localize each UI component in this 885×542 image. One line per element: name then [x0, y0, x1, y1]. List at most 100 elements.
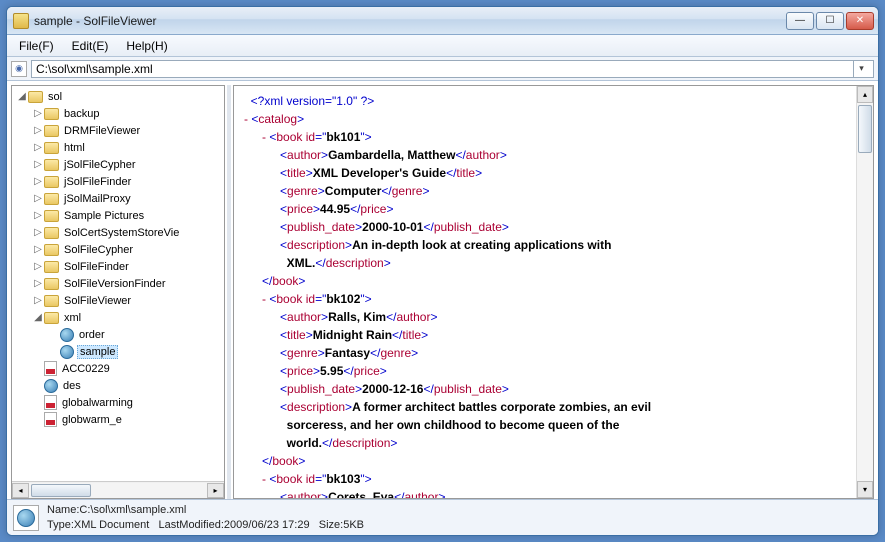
tree-folder[interactable]: ▷ Sample Pictures	[12, 207, 224, 224]
tree-item-label: DRMFileViewer	[62, 125, 142, 137]
expand-icon[interactable]: ▷	[32, 244, 44, 255]
expand-icon[interactable]: ▷	[32, 295, 44, 306]
expand-icon[interactable]: ▷	[32, 193, 44, 204]
folder-icon	[44, 312, 59, 324]
folder-tree[interactable]: ◢sol▷backup▷DRMFileViewer▷html▷jSolFileC…	[12, 86, 224, 481]
tree-folder[interactable]: ▷ jSolFileFinder	[12, 173, 224, 190]
minimize-button[interactable]: —	[786, 12, 814, 30]
address-field[interactable]: C:\sol\xml\sample.xml ▾	[31, 60, 874, 78]
tree-item-label: xml	[62, 312, 83, 324]
tree-item-label: SolFileFinder	[62, 261, 131, 273]
tree-horizontal-scrollbar[interactable]: ◂ ▸	[12, 481, 224, 498]
tree-folder[interactable]: ▷ SolCertSystemStoreVie	[12, 224, 224, 241]
tree-folder[interactable]: ▷jSolMailProxy	[12, 190, 224, 207]
expand-icon[interactable]: ◢	[32, 312, 44, 323]
tree-folder[interactable]: ▷SolFileCypher	[12, 241, 224, 258]
tree-file[interactable]: des	[12, 377, 224, 394]
scroll-track[interactable]	[857, 103, 873, 481]
expand-icon[interactable]: ▷	[32, 227, 44, 238]
xml-line: <author>Corets Eva</author>	[244, 488, 852, 498]
xml-line: <description>An in-depth look at creatin…	[244, 236, 852, 254]
expand-icon[interactable]: ▷	[32, 210, 44, 221]
tree-folder[interactable]: ▷SolFileVersionFinder	[12, 275, 224, 292]
xml-line: <publish_date>2000-12-16</publish_date>	[244, 380, 852, 398]
status-file-icon	[13, 505, 39, 531]
scroll-up-icon[interactable]: ▴	[857, 86, 873, 103]
status-size-value: 5KB	[343, 519, 364, 531]
earth-icon	[60, 328, 74, 342]
scroll-down-icon[interactable]: ▾	[857, 481, 873, 498]
scroll-right-icon[interactable]: ▸	[207, 483, 224, 498]
status-name-label: Name:	[47, 504, 79, 516]
tree-item-label: backup	[62, 108, 101, 120]
close-button[interactable]: ✕	[846, 12, 874, 30]
folder-icon	[44, 227, 59, 239]
tree-folder-xml[interactable]: ◢ xml	[12, 309, 224, 326]
tree-folder[interactable]: ▷ backup	[12, 105, 224, 122]
expand-icon[interactable]: ▷	[32, 142, 44, 153]
folder-icon	[44, 295, 59, 307]
tree-file[interactable]: globwarm_e	[12, 411, 224, 428]
tree-folder[interactable]: ▷html	[12, 139, 224, 156]
maximize-button[interactable]: ☐	[816, 12, 844, 30]
folder-icon	[44, 278, 59, 290]
tree-item-label: Sample Pictures	[62, 210, 146, 222]
xml-line: <publish_date>2000-10-01</publish_date>	[244, 218, 852, 236]
xml-line: sorceress, and her own childhood to beco…	[244, 416, 852, 434]
tree-folder[interactable]: ▷SolFileViewer	[12, 292, 224, 309]
tree-item-label: jSolFileFinder	[62, 176, 133, 188]
menu-file[interactable]: File(F)	[11, 37, 62, 55]
folder-icon	[44, 210, 59, 222]
status-bar: Name:C:\sol\xml\sample.xml Type:XML Docu…	[7, 499, 878, 535]
expand-icon[interactable]: ▷	[32, 108, 44, 119]
tree-file[interactable]: sample	[12, 343, 224, 360]
folder-icon	[44, 244, 59, 256]
tree-item-label: jSolFileCypher	[62, 159, 138, 171]
expand-icon[interactable]: ▷	[32, 261, 44, 272]
tree-item-label: globalwarming	[60, 397, 135, 409]
tree-item-label: sample	[77, 345, 118, 359]
xml-line: <author>Gambardella, Matthew</author>	[244, 146, 852, 164]
expand-icon[interactable]: ▷	[32, 176, 44, 187]
tree-item-label: des	[61, 380, 83, 392]
tree-root[interactable]: ◢ sol	[12, 88, 224, 105]
tree-file[interactable]: ACC0229	[12, 360, 224, 377]
pdf-icon	[44, 361, 57, 376]
status-size-label: Size:	[319, 519, 343, 531]
menu-edit[interactable]: Edit(E)	[64, 37, 117, 55]
titlebar[interactable]: sample - SolFileViewer — ☐ ✕	[7, 7, 878, 35]
tree-item-label: sol	[46, 91, 64, 103]
xml-line: <genre>Computer</genre>	[244, 182, 852, 200]
tree-item-label: order	[77, 329, 107, 341]
tree-item-label: SolCertSystemStoreVie	[62, 227, 181, 239]
xml-viewer[interactable]: <?xml version="1.0" ?>- <catalog>- <book…	[234, 86, 856, 498]
xml-line: <price>44.95</price>	[244, 200, 852, 218]
tree-folder[interactable]: ▷ DRMFileViewer	[12, 122, 224, 139]
status-modified-value: 2009/06/23 17:29	[224, 519, 310, 531]
expand-icon[interactable]: ◢	[16, 91, 28, 102]
app-window: sample - SolFileViewer — ☐ ✕ File(F) Edi…	[6, 6, 879, 536]
expand-icon[interactable]: ▷	[32, 159, 44, 170]
address-bar: ◉ C:\sol\xml\sample.xml ▾	[7, 57, 878, 81]
expand-icon[interactable]: ▷	[32, 278, 44, 289]
scroll-thumb[interactable]	[31, 484, 91, 497]
pdf-icon	[44, 412, 57, 427]
tree-folder[interactable]: ▷ jSolFileCypher	[12, 156, 224, 173]
content-panel: <?xml version="1.0" ?>- <catalog>- <book…	[233, 85, 874, 499]
menu-help[interactable]: Help(H)	[118, 37, 175, 55]
scroll-track[interactable]	[29, 483, 207, 498]
folder-icon	[44, 125, 59, 137]
tree-item-label: ACC0229	[60, 363, 112, 375]
tree-folder[interactable]: ▷ SolFileFinder	[12, 258, 224, 275]
expand-icon[interactable]: ▷	[32, 125, 44, 136]
scroll-left-icon[interactable]: ◂	[12, 483, 29, 498]
splitter[interactable]	[227, 85, 231, 499]
address-dropdown-icon[interactable]: ▾	[853, 60, 869, 78]
menubar: File(F) Edit(E) Help(H)	[7, 35, 878, 57]
scroll-thumb[interactable]	[858, 105, 872, 153]
xml-line: - <book id="bk102">	[244, 290, 852, 308]
xml-line: </book>	[244, 452, 852, 470]
content-vertical-scrollbar[interactable]: ▴ ▾	[856, 86, 873, 498]
tree-file[interactable]: globalwarming	[12, 394, 224, 411]
tree-file[interactable]: order	[12, 326, 224, 343]
